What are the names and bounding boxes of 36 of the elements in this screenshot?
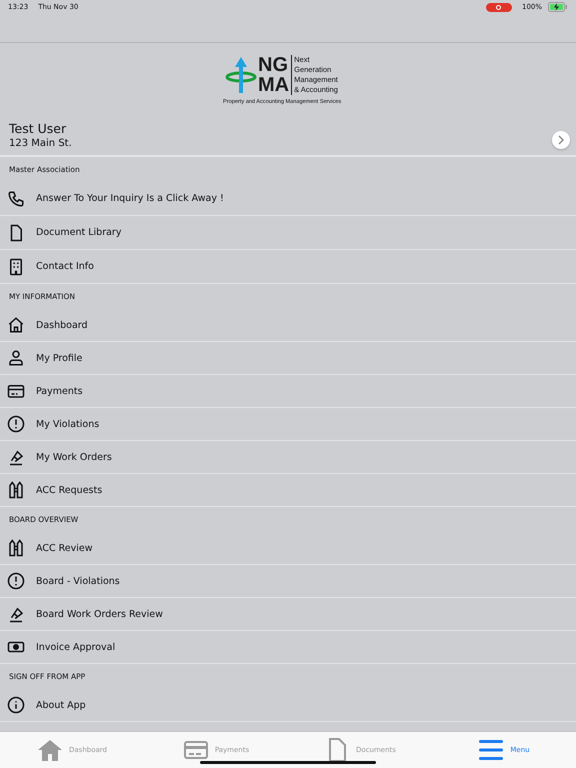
nav-row[interactable]: Payments bbox=[0, 375, 576, 408]
nav-row[interactable]: Document Library bbox=[0, 216, 576, 250]
user-name: Test User bbox=[9, 121, 66, 137]
nav-row[interactable]: My Violations bbox=[0, 408, 576, 441]
doors-icon bbox=[7, 481, 25, 499]
hammer-icon bbox=[7, 605, 25, 623]
building-icon bbox=[7, 258, 25, 276]
nav-row[interactable]: About App bbox=[0, 689, 576, 722]
nav-row[interactable]: Board Work Orders Review bbox=[0, 598, 576, 631]
home-icon bbox=[7, 316, 25, 334]
card-icon bbox=[7, 382, 25, 400]
nav-row[interactable]: Board - Violations bbox=[0, 565, 576, 598]
card-icon bbox=[182, 738, 209, 762]
phone-icon bbox=[7, 190, 25, 208]
chevron-right-icon bbox=[557, 135, 565, 145]
menu-icon bbox=[478, 738, 504, 762]
hammer-icon bbox=[7, 448, 25, 466]
logo-letters: NG bbox=[258, 55, 289, 75]
user-address: 123 Main St. bbox=[9, 137, 72, 151]
chevron-button[interactable] bbox=[552, 131, 570, 149]
info-icon bbox=[7, 696, 25, 714]
home-icon bbox=[37, 738, 63, 762]
nav-row[interactable]: ACC Requests bbox=[0, 474, 576, 507]
logo-letters: MA bbox=[258, 75, 290, 95]
doors-icon bbox=[7, 539, 25, 557]
nav-row[interactable]: ACC Review bbox=[0, 532, 576, 565]
logo-mark-icon bbox=[225, 55, 257, 95]
alert-icon bbox=[7, 572, 25, 590]
nav-row[interactable]: Contact Info bbox=[0, 250, 576, 284]
nav-row[interactable]: Dashboard bbox=[0, 309, 576, 342]
person-icon bbox=[7, 349, 25, 367]
nav-row[interactable]: My Profile bbox=[0, 342, 576, 375]
nav-row[interactable]: Invoice Approval bbox=[0, 631, 576, 664]
nav-row[interactable]: My Work Orders bbox=[0, 441, 576, 474]
nav-row[interactable]: Answer To Your Inquiry Is a Click Away ! bbox=[0, 182, 576, 216]
alert-icon bbox=[7, 415, 25, 433]
